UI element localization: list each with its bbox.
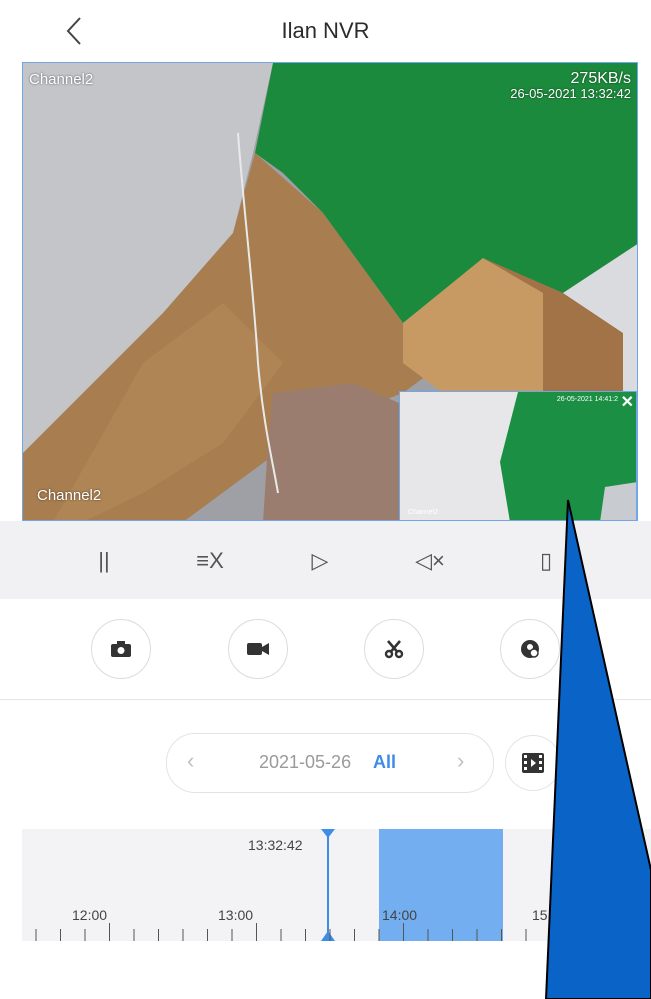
pip-timestamp: 26-05-2021 14:41:2 [556, 396, 618, 403]
stream-toggle-button[interactable]: ≡X [190, 541, 230, 581]
prev-date-button[interactable]: ‹ [187, 748, 194, 774]
scissors-icon [384, 640, 404, 659]
ptz-button[interactable] [500, 619, 560, 679]
timeline[interactable]: 13:32:42 12:00 13:00 14:00 15 [22, 829, 651, 941]
action-bar [0, 599, 651, 700]
speed-button[interactable]: ▷ [300, 541, 340, 581]
play-speed-icon: ▷ [311, 548, 329, 573]
pip-feed [400, 392, 636, 520]
mute-button[interactable]: ◁× [410, 541, 450, 581]
timeline-ticks [35, 923, 649, 941]
stream-icon: ≡X [196, 548, 224, 573]
film-icon [522, 753, 544, 773]
clip-button[interactable] [364, 619, 424, 679]
channel-label-bottom: Channel2 [37, 487, 102, 504]
top-bar: Ilan NVR [0, 0, 651, 62]
pause-button[interactable]: || [84, 541, 124, 581]
video-camera-icon [247, 643, 269, 655]
bitrate-label: 275KB/s [570, 70, 631, 87]
snapshot-button[interactable] [91, 619, 151, 679]
pip-channel-label: Channel2 [408, 509, 438, 516]
mute-icon: ◁× [415, 548, 445, 573]
recording-list-button[interactable] [505, 735, 561, 791]
video-player[interactable]: Channel2 275KB/s 26-05-2021 13:32:42 Cha… [22, 62, 638, 521]
playback-controls: || ≡X ▷ ◁× ▯ [0, 521, 651, 599]
pip-window[interactable]: 26-05-2021 14:41:2 Channel2 ✕ [399, 391, 637, 520]
next-date-button[interactable]: › [457, 748, 464, 774]
filter-all[interactable]: All [373, 752, 396, 773]
pause-icon: || [98, 548, 110, 573]
rotate-button[interactable]: ▯ [526, 541, 566, 581]
osd-info: 275KB/s 26-05-2021 13:32:42 [510, 70, 631, 102]
channel-label-top: Channel2 [29, 71, 94, 88]
camera-icon [111, 641, 131, 657]
timestamp-label: 26-05-2021 13:32:42 [510, 86, 631, 101]
current-date[interactable]: 2021-05-26 [259, 752, 351, 773]
record-button[interactable] [228, 619, 288, 679]
page-title: Ilan NVR [281, 18, 370, 43]
date-selector: ‹ 2021-05-26 All › [166, 733, 494, 793]
rotate-phone-icon: ▯ [539, 548, 553, 573]
pip-close-button[interactable]: ✕ [621, 392, 634, 412]
face-icon [521, 640, 539, 658]
